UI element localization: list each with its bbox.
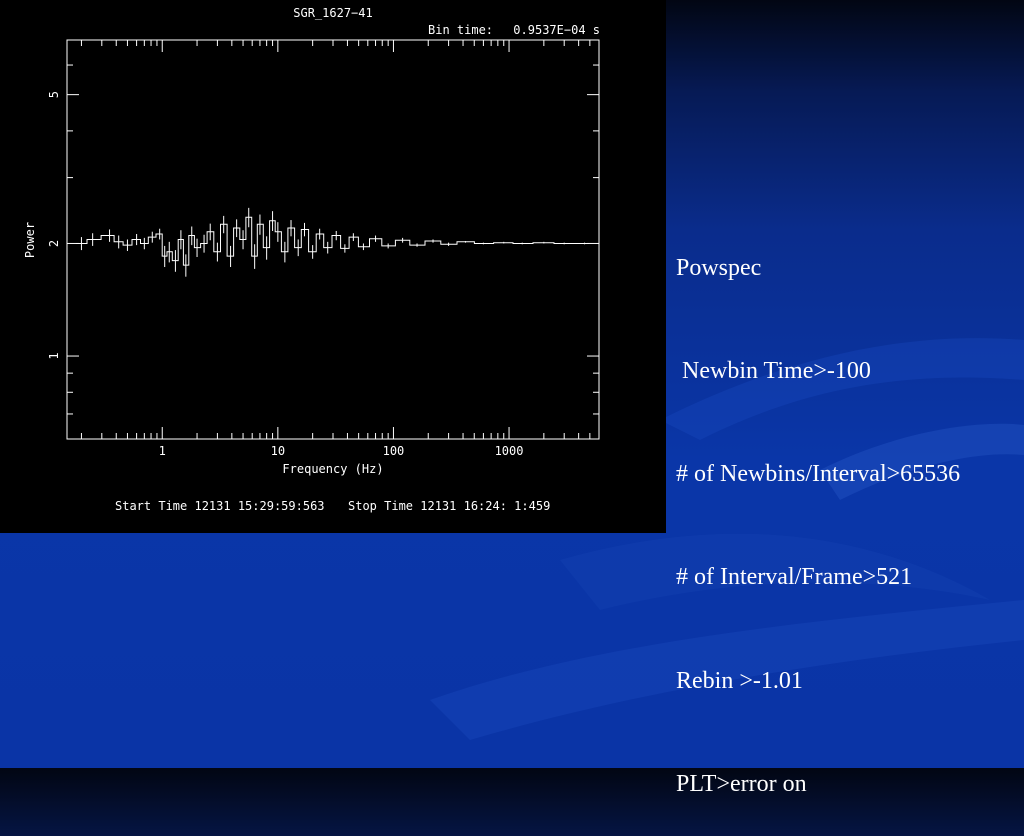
power-step-line [76, 216, 590, 266]
note-line: Rebin >-1.01 [676, 667, 803, 694]
bin-time-label: Bin time: [428, 23, 493, 37]
x-tick-label: 1 [159, 444, 166, 458]
chart-title: SGR_1627−41 [293, 6, 372, 20]
axis-ticks: 1 10 100 1000 1 2 5 [47, 39, 600, 458]
x-tick-label: 100 [383, 444, 405, 458]
note-line: PLT>error on [676, 770, 807, 797]
y-tick-label: 5 [47, 91, 61, 98]
note-line: Powspec [676, 254, 762, 281]
command-notes: Powspec Newbin Time>-100 # of Newbins/In… [676, 182, 960, 836]
x-tick-label: 10 [271, 444, 285, 458]
chart-svg: SGR_1627−41 Bin time: 0.9537E−04 s 1 10 10… [23, 6, 600, 513]
power-spectrum-chart: SGR_1627−41 Bin time: 0.9537E−04 s 1 10 10… [0, 0, 666, 533]
y-tick-label: 1 [47, 352, 61, 359]
power-series [76, 207, 590, 277]
stop-time: Stop Time 12131 16:24: 1:459 [348, 499, 550, 513]
note-line: Newbin Time>-100 [676, 358, 871, 385]
y-tick-label: 2 [47, 240, 61, 247]
y-axis-label: Power [23, 222, 37, 258]
bin-time-value: 0.9537E−04 s [513, 23, 600, 37]
note-line: # of Interval/Frame>521 [676, 564, 913, 591]
x-axis-label: Frequency (Hz) [282, 462, 383, 476]
start-time: Start Time 12131 15:29:59:563 [115, 499, 325, 513]
x-tick-label: 1000 [495, 444, 524, 458]
plot-frame [66, 39, 600, 440]
note-line: # of Newbins/Interval>65536 [676, 461, 961, 488]
